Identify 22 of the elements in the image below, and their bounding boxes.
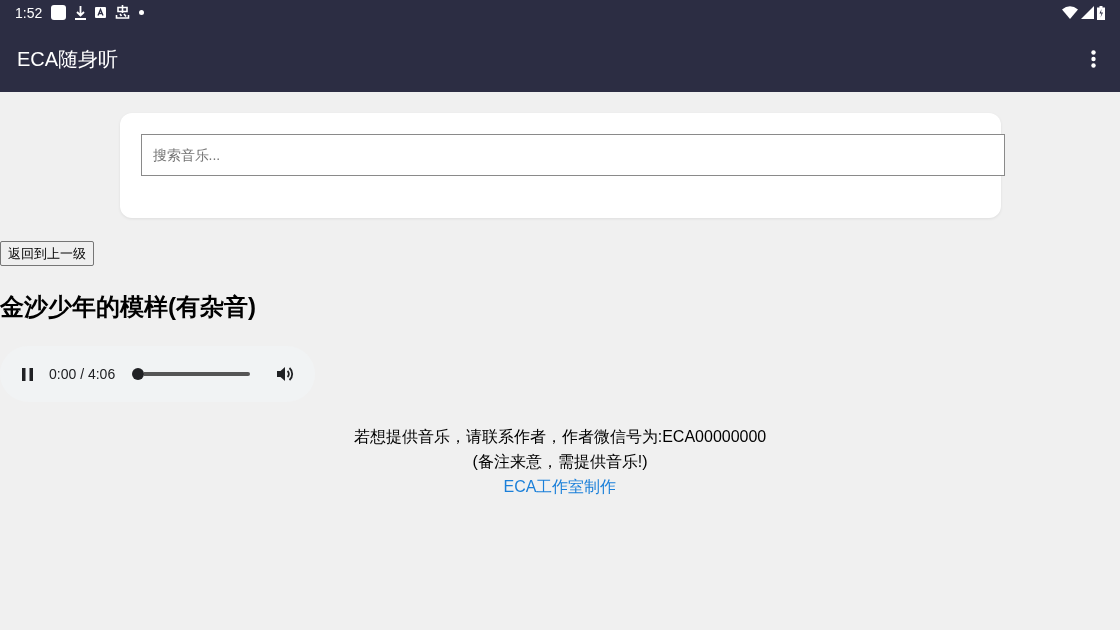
status-time: 1:52 bbox=[15, 5, 43, 20]
more-options-icon[interactable] bbox=[1091, 49, 1096, 68]
back-button[interactable]: 返回到上一级 bbox=[0, 241, 94, 266]
info-text: 若想提供音乐，请联系作者，作者微信号为:ECA00000000 bbox=[353, 427, 767, 447]
progress-track[interactable] bbox=[132, 368, 251, 380]
volume-icon[interactable] bbox=[277, 366, 295, 382]
letter-tile-icon bbox=[95, 7, 107, 18]
info-text: (备注来意，需提供音乐!) bbox=[472, 452, 648, 472]
pause-icon[interactable] bbox=[22, 367, 33, 381]
signal-icon bbox=[1081, 6, 1094, 19]
dot-icon bbox=[139, 10, 145, 15]
wifi-icon bbox=[1062, 6, 1078, 19]
app-title: ECA随身听 bbox=[17, 46, 119, 72]
download-icon bbox=[75, 5, 87, 20]
studio-link[interactable]: ECA工作室制作 bbox=[503, 474, 617, 499]
playback-time: 0:00 / 4:06 bbox=[49, 364, 116, 384]
search-field[interactable]: 搜索音乐... bbox=[140, 134, 1005, 176]
app-notification-icon bbox=[115, 5, 131, 20]
notification-square-icon bbox=[51, 5, 67, 20]
track-title: 金沙少年的模样(有杂音) bbox=[0, 292, 256, 322]
progress-thumb[interactable] bbox=[132, 368, 145, 380]
battery-charging-icon bbox=[1097, 5, 1105, 20]
